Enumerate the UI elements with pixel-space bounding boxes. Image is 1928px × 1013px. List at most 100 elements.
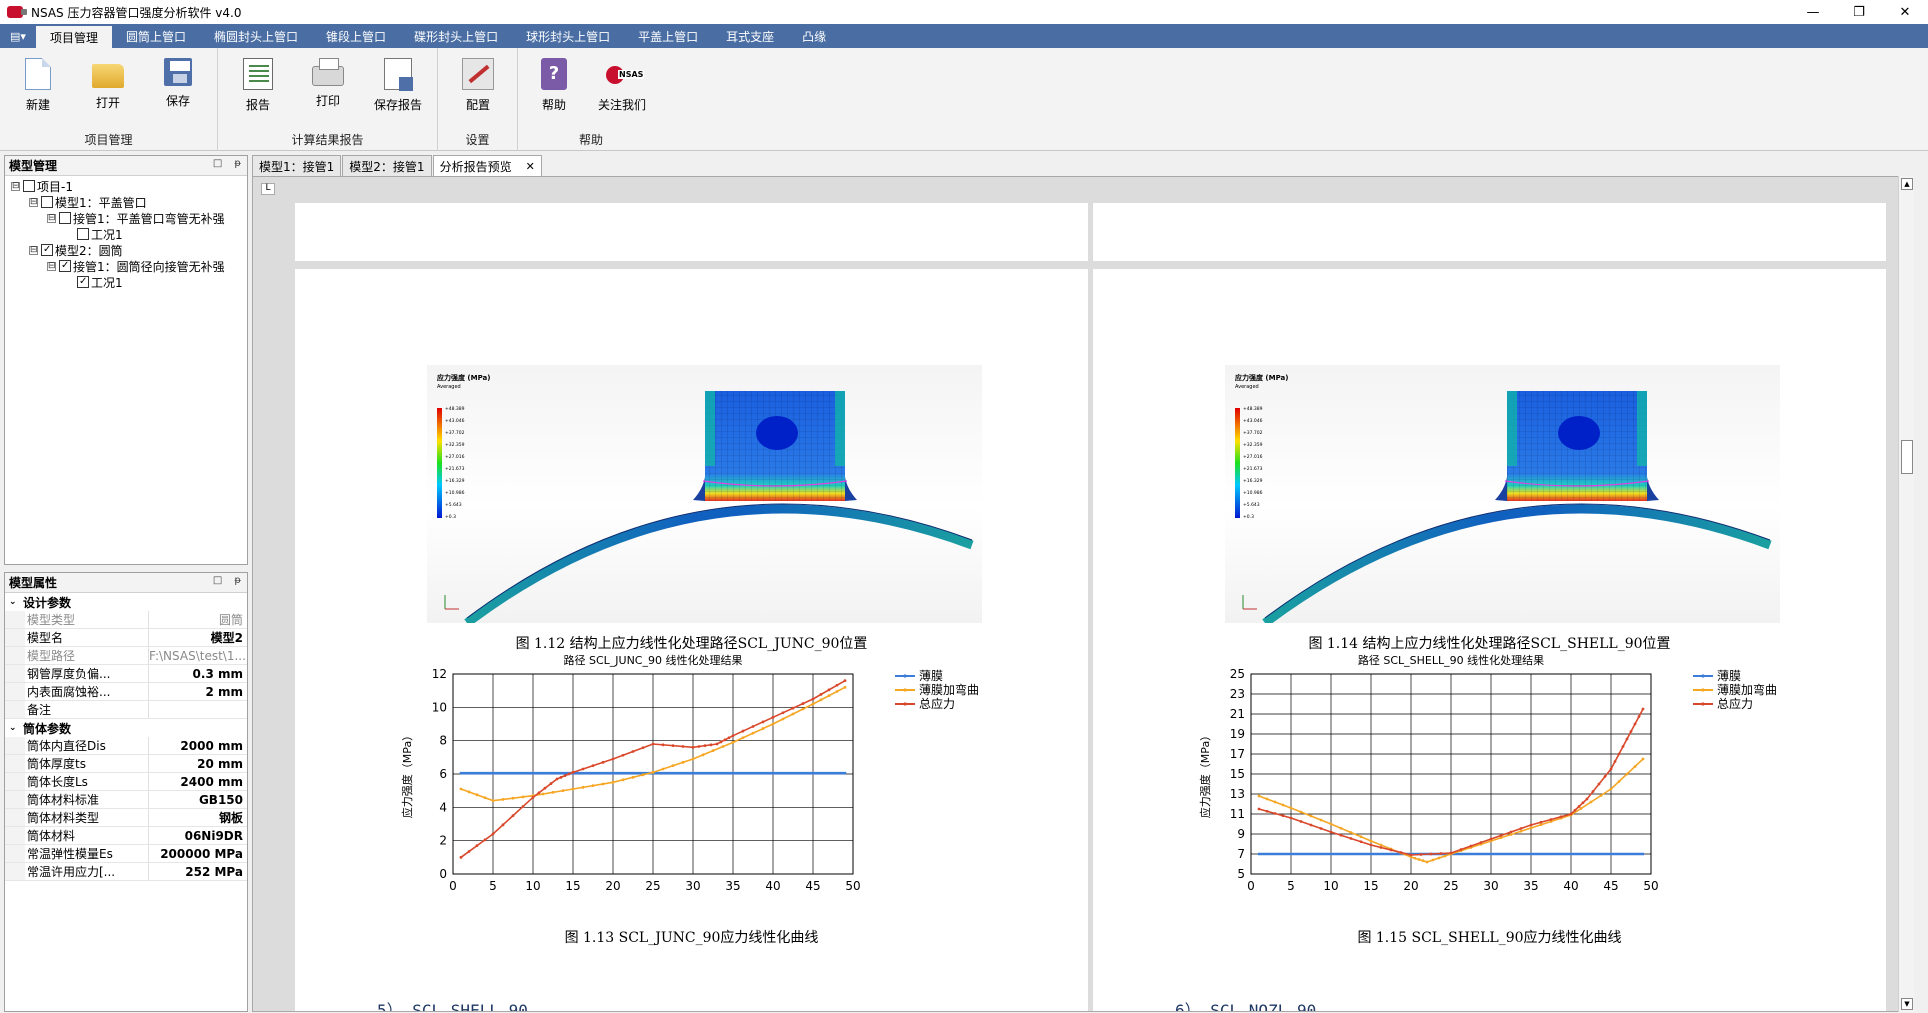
tab-spherical-head-nozzle[interactable]: 球形封头上管口 <box>512 24 624 48</box>
chevron-down-icon[interactable]: ⌄ <box>9 723 23 733</box>
property-value[interactable]: 0.3 mm <box>149 665 247 682</box>
property-category-label: 筒体参数 <box>23 721 72 736</box>
tab-lug-support[interactable]: 耳式支座 <box>712 24 788 48</box>
series-point-2 <box>1429 852 1433 856</box>
tab-torispherical-head-nozzle[interactable]: 碟形封头上管口 <box>400 24 512 48</box>
new-button[interactable]: 新建 <box>10 58 66 113</box>
tree-node[interactable]: ⊟ 模型1：平盖管口 <box>11 194 247 210</box>
property-row[interactable]: 常温弹性模量Es 200000 MPa <box>5 845 247 863</box>
save-button[interactable]: 保存 <box>150 58 206 109</box>
minimize-button[interactable]: — <box>1790 0 1836 24</box>
tab-model2-nozzle1[interactable]: 模型2：接管1 <box>342 155 432 176</box>
collapse-toggle-icon[interactable]: ⊟ <box>29 245 38 255</box>
scroll-down-icon[interactable]: ▼ <box>1901 998 1913 1010</box>
restore-button[interactable]: ❐ <box>1836 0 1882 24</box>
collapse-toggle-icon[interactable]: ⊟ <box>11 181 20 191</box>
tab-project[interactable]: 项目管理 <box>36 24 113 48</box>
open-button[interactable]: 打开 <box>80 58 136 111</box>
property-value[interactable]: 200000 MPa <box>149 845 247 862</box>
print-button[interactable]: 打印 <box>300 58 356 109</box>
property-category[interactable]: ⌄ 筒体参数 <box>5 719 247 737</box>
series-point-2 <box>771 715 775 719</box>
tab-model1-nozzle1[interactable]: 模型1：接管1 <box>252 155 342 176</box>
close-tab-icon[interactable]: ✕ <box>526 160 535 173</box>
tab-cone-nozzle[interactable]: 锥段上管口 <box>312 24 400 48</box>
property-value[interactable]: 圆筒 <box>149 611 247 628</box>
series-point-1 <box>801 707 805 711</box>
tree-checkbox[interactable] <box>59 260 71 272</box>
property-value[interactable]: GB150 <box>149 791 247 808</box>
property-row[interactable]: 筒体内直径Dis 2000 mm <box>5 737 247 755</box>
save-report-label: 保存报告 <box>373 98 422 112</box>
property-value[interactable]: 钢板 <box>149 809 247 826</box>
property-value[interactable]: 06Ni9DR <box>149 827 247 844</box>
tree-checkbox[interactable] <box>59 212 71 224</box>
property-row[interactable]: 内表面腐蚀裕... 2 mm <box>5 683 247 701</box>
pin-panel-button[interactable]: ᵽ <box>234 575 241 586</box>
collapse-toggle-icon[interactable]: ⊟ <box>47 261 56 271</box>
save-report-button[interactable]: 保存报告 <box>370 58 426 113</box>
report-preview[interactable]: L 应力强度 (MPa) Averaged +48.389 +43.046 +37.70… <box>252 176 1914 1012</box>
tree-node[interactable]: 工况1 <box>11 274 247 290</box>
property-value[interactable]: 2000 mm <box>149 737 247 754</box>
property-row[interactable]: 模型名 模型2 <box>5 629 247 647</box>
x-tick-label: 25 <box>645 879 660 893</box>
tab-flat-cover-nozzle[interactable]: 平盖上管口 <box>624 24 712 48</box>
app-menu-button[interactable]: ▤▾ <box>0 24 36 48</box>
tab-cylinder-nozzle[interactable]: 圆筒上管口 <box>112 24 200 48</box>
series-point-2 <box>1409 853 1413 857</box>
tab-flange[interactable]: 凸缘 <box>788 24 840 48</box>
contour-legend-bar <box>437 408 442 518</box>
tree-checkbox[interactable] <box>41 244 53 256</box>
preview-scrollbar[interactable]: ▲ ▼ <box>1898 176 1914 1012</box>
property-row[interactable]: 模型类型 圆筒 <box>5 611 247 629</box>
property-row[interactable]: 筒体厚度ts 20 mm <box>5 755 247 773</box>
tree-checkbox[interactable] <box>23 180 35 192</box>
tab-report-preview[interactable]: 分析报告预览 ✕ <box>432 155 542 176</box>
collapse-toggle-icon[interactable]: ⊟ <box>47 213 56 223</box>
help-button[interactable]: 帮助 <box>526 58 582 113</box>
save-label: 保存 <box>165 94 190 108</box>
property-value[interactable]: 2400 mm <box>149 773 247 790</box>
scroll-thumb[interactable] <box>1901 440 1913 474</box>
series-point-2 <box>571 770 575 774</box>
property-category[interactable]: ⌄ 设计参数 <box>5 593 247 611</box>
collapse-toggle-icon[interactable]: ⊟ <box>29 197 38 207</box>
report-button[interactable]: 报告 <box>230 58 286 113</box>
scroll-up-icon[interactable]: ▲ <box>1901 178 1913 190</box>
property-value[interactable]: 252 MPa <box>149 863 247 880</box>
property-key: 筒体材料类型 <box>25 809 149 826</box>
tree-node[interactable]: ⊟ 接管1：平盖管口弯管无补强 <box>11 210 247 226</box>
float-panel-button[interactable]: □ <box>213 158 222 169</box>
property-row[interactable]: 备注 <box>5 701 247 719</box>
chevron-down-icon[interactable]: ⌄ <box>9 597 23 607</box>
tree-checkbox[interactable] <box>77 276 89 288</box>
property-value[interactable]: 2 mm <box>149 683 247 700</box>
model-properties-panel: 模型属性 □ ᵽ ⌄ 设计参数 模型类型 圆筒 模型名 模型2 模型路径 F:\NSAS\te… <box>4 572 248 1012</box>
tree-node[interactable]: ⊟ 模型2：圆筒 <box>11 242 247 258</box>
tree-checkbox[interactable] <box>41 196 53 208</box>
pin-panel-button[interactable]: ᵽ <box>234 158 241 169</box>
close-button[interactable]: ✕ <box>1882 0 1928 24</box>
property-row[interactable]: 筒体材料标准 GB150 <box>5 791 247 809</box>
follow-us-button[interactable]: 关注我们 <box>594 58 650 113</box>
tree-node[interactable]: 工况1 <box>11 226 247 242</box>
property-row[interactable]: 筒体长度Ls 2400 mm <box>5 773 247 791</box>
property-row[interactable]: 筒体材料 06Ni9DR <box>5 827 247 845</box>
property-row[interactable]: 钢管厚度负偏... 0.3 mm <box>5 665 247 683</box>
property-value[interactable]: 模型2 <box>149 629 247 646</box>
property-value[interactable]: F:\NSAS\test\1... <box>149 647 247 664</box>
property-value[interactable]: 20 mm <box>149 755 247 772</box>
property-value[interactable] <box>149 701 247 718</box>
property-row[interactable]: 模型路径 F:\NSAS\test\1... <box>5 647 247 665</box>
ribbon-group-help: 帮助 关注我们 帮助 <box>518 48 664 151</box>
series-point-1 <box>1273 800 1277 804</box>
tree-checkbox[interactable] <box>77 228 89 240</box>
tree-node[interactable]: ⊟ 接管1：圆筒径向接管无补强 <box>11 258 247 274</box>
config-button[interactable]: 配置 <box>450 58 506 113</box>
tab-ellipsoidal-head-nozzle[interactable]: 椭圆封头上管口 <box>200 24 312 48</box>
float-panel-button[interactable]: □ <box>213 575 222 586</box>
property-row[interactable]: 常温许用应力[... 252 MPa <box>5 863 247 881</box>
tree-node[interactable]: ⊟ 项目-1 <box>11 178 247 194</box>
property-row[interactable]: 筒体材料类型 钢板 <box>5 809 247 827</box>
